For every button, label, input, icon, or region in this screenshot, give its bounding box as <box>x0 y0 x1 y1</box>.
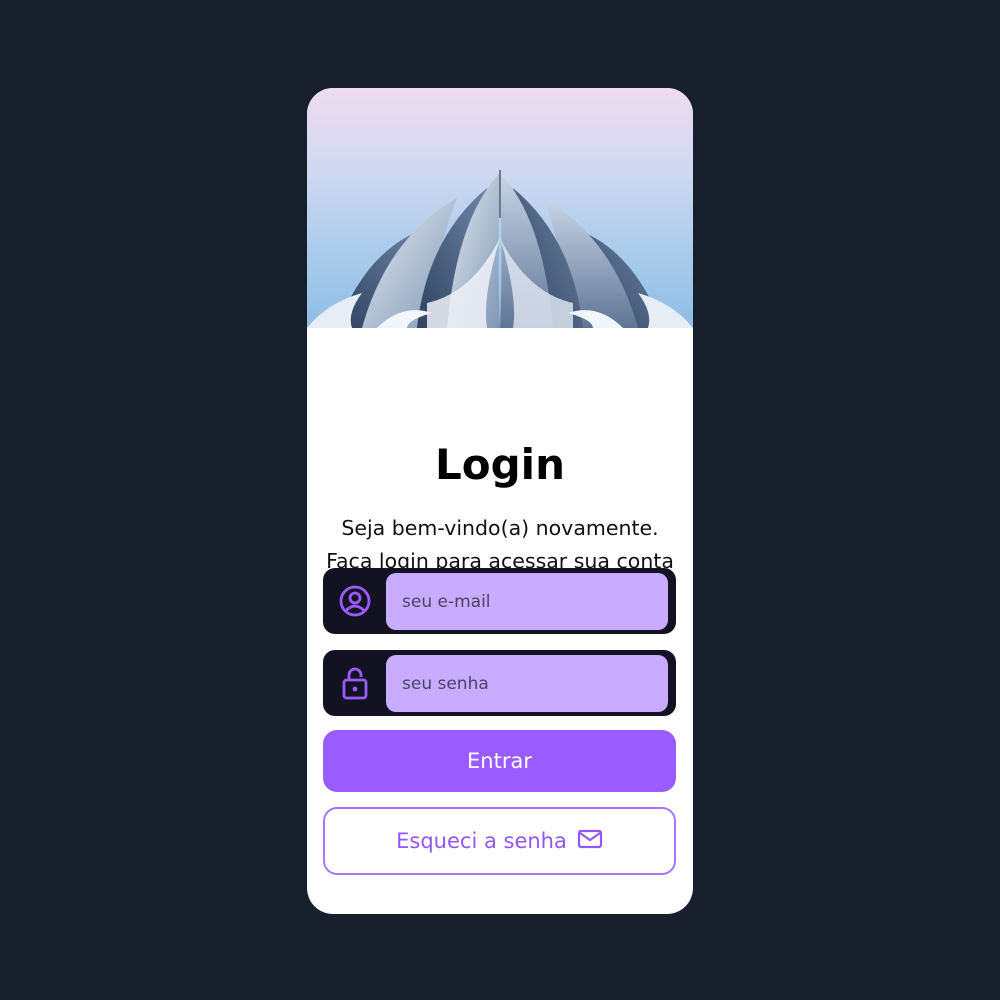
login-button-label: Entrar <box>467 749 532 773</box>
password-field-group <box>323 650 676 716</box>
user-circle-icon <box>337 583 373 619</box>
email-field-group <box>323 568 676 634</box>
login-card: Login Seja bem-vindo(a) novamente. Faça … <box>307 88 693 914</box>
lock-icon <box>337 665 373 701</box>
forgot-password-button[interactable]: Esqueci a senha <box>323 807 676 875</box>
page-title: Login <box>435 440 565 489</box>
mail-icon <box>577 828 603 855</box>
lotus-building-image <box>307 170 693 328</box>
forgot-password-label: Esqueci a senha <box>396 829 567 853</box>
login-button[interactable]: Entrar <box>323 730 676 792</box>
hero-image <box>307 88 693 328</box>
password-input[interactable] <box>386 655 668 712</box>
email-input[interactable] <box>386 573 668 630</box>
